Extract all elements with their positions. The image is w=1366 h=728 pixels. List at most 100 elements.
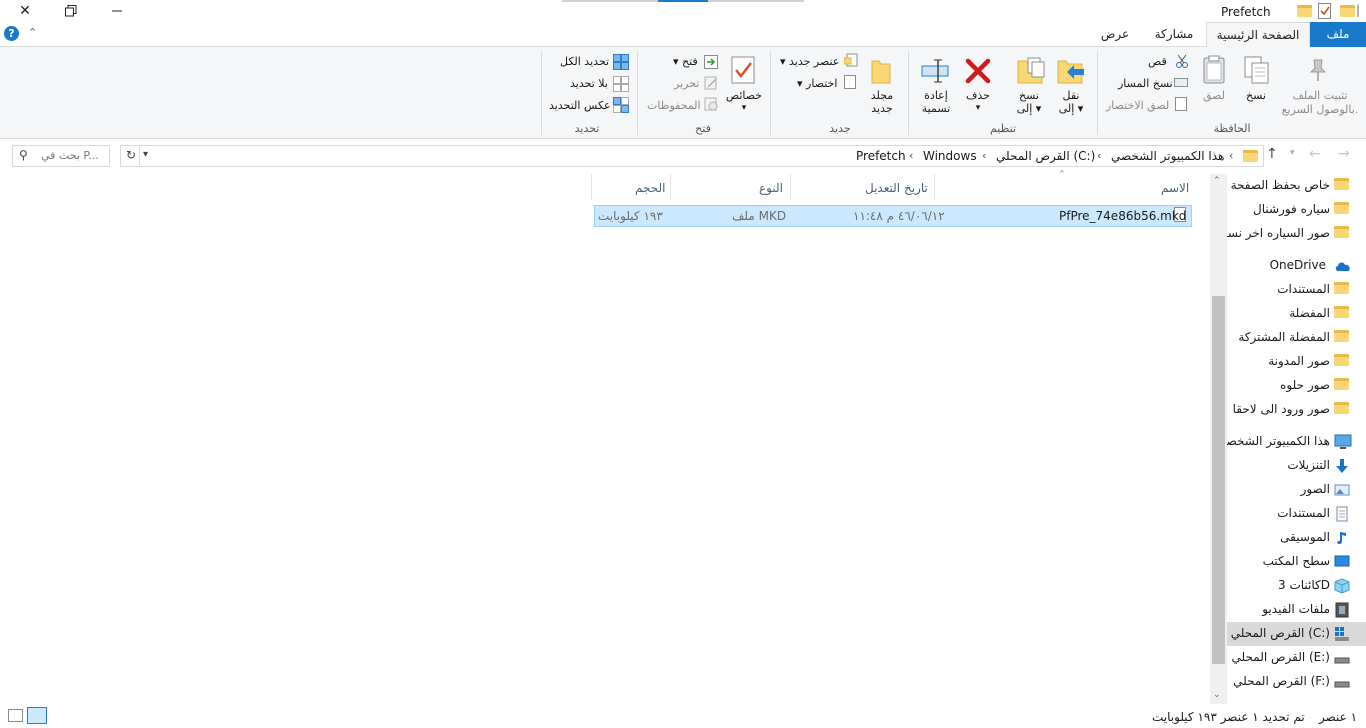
copy-to-label-2[interactable]: إلى ▾ [1012, 102, 1046, 115]
forward-arrow-icon[interactable]: ← [1309, 146, 1321, 162]
open-icon[interactable] [704, 55, 718, 69]
edit-icon[interactable] [704, 76, 718, 90]
nav-item[interactable]: خاص بحفظ الصفحة [1210, 174, 1366, 198]
open-button[interactable]: ▾ فتح [673, 55, 698, 68]
column-size[interactable]: الحجم [635, 181, 665, 195]
nav-item-music[interactable]: الموسيقى [1210, 526, 1366, 550]
nav-item-3d-objects[interactable]: كائنات 3D [1210, 574, 1366, 598]
rename-label-1[interactable]: إعادة [914, 89, 958, 102]
history-button[interactable]: المحفوظات [647, 99, 701, 112]
nav-item[interactable]: صور المدونة [1210, 350, 1366, 374]
move-to-icon[interactable] [1056, 55, 1086, 90]
new-folder-label-2[interactable]: جديد [864, 102, 900, 115]
scroll-up-icon[interactable]: ⌃ [1213, 176, 1221, 186]
invert-selection-button[interactable]: عكس التحديد [549, 99, 611, 112]
nav-item-downloads[interactable]: التنزيلات [1210, 454, 1366, 478]
nav-item-drive-c[interactable]: القرص المحلي (C:) [1210, 622, 1366, 646]
easy-access-icon[interactable] [844, 75, 856, 89]
copy-path-button[interactable]: نسخ المسار [1118, 77, 1173, 90]
edit-button[interactable]: تحرير [674, 77, 699, 90]
nav-item[interactable]: المفضلة [1210, 302, 1366, 326]
properties-button[interactable]: خصائص [722, 89, 766, 102]
minimize-button[interactable] [94, 0, 140, 22]
chevron-left-icon[interactable]: ‹ [1229, 149, 1233, 162]
nav-item-documents[interactable]: المستندات [1210, 502, 1366, 526]
new-item-icon[interactable] [843, 53, 858, 67]
copy-to-label-1[interactable]: نسخ [1012, 89, 1046, 102]
list-view-icon[interactable] [27, 707, 47, 724]
nav-item[interactable]: صور حلوه [1210, 374, 1366, 398]
column-type[interactable]: النوع [759, 181, 783, 195]
select-all-button[interactable]: تحديد الكل [560, 55, 609, 68]
invert-selection-icon[interactable] [613, 97, 629, 113]
nav-item[interactable]: صور ورود الى لاحقا [1210, 398, 1366, 422]
easy-access-button[interactable]: ▾ اختصار [797, 77, 837, 90]
breadcrumb-windows[interactable]: Windows [923, 149, 977, 163]
pin-icon[interactable] [1305, 57, 1331, 86]
new-folder-icon[interactable] [870, 57, 894, 88]
new-folder-label-1[interactable]: مجلد [864, 89, 900, 102]
column-name[interactable]: الاسم [1161, 181, 1189, 195]
paste-shortcut-button[interactable]: لصق الاختصار [1106, 99, 1169, 112]
move-to-label-2[interactable]: إلى ▾ [1054, 102, 1088, 115]
scroll-down-icon[interactable]: ⌄ [1213, 690, 1221, 700]
chevron-left-icon[interactable]: ‹ [982, 149, 986, 162]
select-all-icon[interactable] [613, 54, 629, 70]
back-arrow-icon[interactable]: → [1338, 146, 1350, 162]
breadcrumb-prefetch[interactable]: Prefetch [856, 149, 906, 163]
rename-icon[interactable] [920, 57, 952, 88]
move-to-label-1[interactable]: نقل [1054, 89, 1088, 102]
delete-icon[interactable] [964, 57, 992, 88]
delete-button[interactable]: حذف [960, 89, 996, 102]
nav-item[interactable]: المستندات [1210, 278, 1366, 302]
pin-label-2[interactable]: بالوصول السريع. [1280, 103, 1360, 116]
cut-icon[interactable] [1175, 54, 1189, 71]
history-icon[interactable] [704, 97, 718, 111]
new-item-button[interactable]: ▾ عنصر جديد [780, 55, 839, 68]
properties-quick-icon[interactable] [1318, 3, 1332, 22]
rename-label-2[interactable]: تسمية [914, 102, 958, 115]
properties-dropdown-icon[interactable]: ▾ [722, 102, 766, 115]
tab-home[interactable]: الصفحة الرئيسية [1206, 22, 1310, 48]
nav-item[interactable]: سياره فورشنال [1210, 198, 1366, 222]
address-dropdown-icon[interactable]: ▾ [143, 149, 148, 160]
refresh-icon[interactable]: ↻ [126, 148, 136, 162]
select-none-button[interactable]: بلا تحديد [570, 77, 608, 90]
nav-item-pictures[interactable]: الصور [1210, 478, 1366, 502]
copy-path-icon[interactable] [1174, 78, 1188, 87]
tab-view[interactable]: عرض [1093, 22, 1137, 47]
folder-quick-icon[interactable] [1340, 5, 1355, 17]
nav-item-drive-e[interactable]: القرص المحلي (E:) [1210, 646, 1366, 670]
restore-button[interactable] [48, 0, 94, 22]
chevron-up-icon[interactable]: ⌃ [28, 26, 37, 39]
nav-item[interactable]: المفضلة المشتركة [1210, 326, 1366, 350]
chevron-left-icon[interactable]: ‹ [909, 149, 913, 162]
select-none-icon[interactable] [613, 76, 629, 92]
scrollbar-thumb[interactable] [1212, 296, 1225, 664]
paste-shortcut-icon[interactable] [1175, 97, 1187, 111]
copy-icon[interactable] [1243, 55, 1271, 88]
chevron-left-icon[interactable]: ‹ [1097, 149, 1101, 162]
nav-item-desktop[interactable]: سطح المكتب [1210, 550, 1366, 574]
breadcrumb-drive-c[interactable]: القرص المحلي (C:) [996, 149, 1095, 163]
nav-item[interactable]: صور السياره اخر نسخة [1210, 222, 1366, 246]
column-date[interactable]: تاريخ التعديل [865, 181, 928, 195]
pin-label-1[interactable]: تثبيت الملف [1280, 89, 1360, 102]
close-button[interactable]: ✕ [2, 0, 48, 22]
copy-to-icon[interactable] [1016, 55, 1046, 90]
nav-item-onedrive[interactable]: OneDrive [1210, 254, 1366, 278]
nav-item-this-pc[interactable]: هذا الكمبيوتر الشخصي [1210, 430, 1366, 454]
cut-button[interactable]: قص [1148, 55, 1167, 68]
details-view-icon[interactable] [8, 709, 23, 722]
delete-dropdown-icon[interactable]: ▾ [960, 102, 996, 115]
copy-button[interactable]: نسخ [1238, 89, 1274, 102]
help-icon[interactable]: ? [4, 26, 19, 41]
paste-icon[interactable] [1202, 55, 1228, 88]
properties-icon[interactable] [730, 55, 756, 88]
up-arrow-icon[interactable]: ↑ [1266, 146, 1278, 162]
tab-file[interactable]: ملف [1310, 22, 1366, 47]
search-input[interactable]: ⚲ بحث في P... [12, 145, 110, 167]
paste-button[interactable]: لصق [1196, 89, 1232, 102]
tab-share[interactable]: مشاركة [1147, 22, 1201, 47]
recent-dropdown-icon[interactable]: ▾ [1290, 148, 1295, 158]
